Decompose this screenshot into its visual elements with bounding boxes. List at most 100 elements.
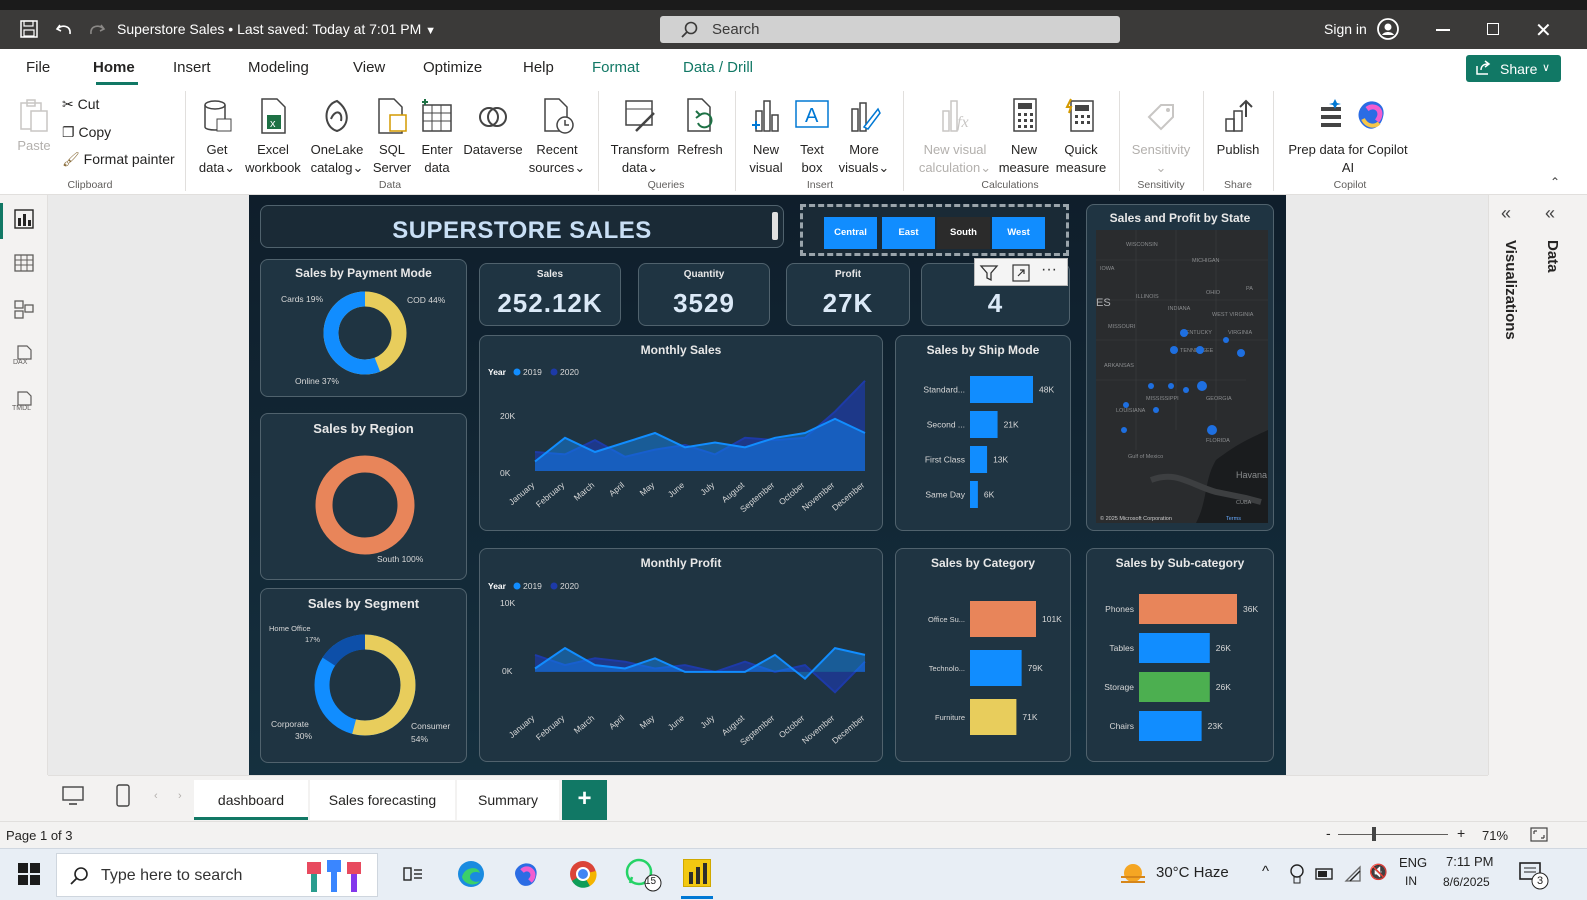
language-code[interactable]: ENG [1399, 855, 1427, 870]
region-slicer[interactable]: Central East South West [800, 204, 1069, 256]
search-box[interactable]: Search [660, 16, 1120, 43]
zoom-out-button[interactable]: - [1326, 825, 1331, 841]
map-terms-link[interactable]: Terms [1226, 516, 1241, 522]
zoom-slider-track[interactable] [1338, 834, 1448, 835]
refresh-button[interactable]: Refresh [674, 97, 726, 159]
collapse-visualizations-icon[interactable]: « [1501, 203, 1511, 224]
visualizations-pane-tab[interactable]: Visualizations [1492, 240, 1532, 360]
minimize-button[interactable] [1436, 29, 1450, 31]
language-region[interactable]: IN [1405, 874, 1417, 888]
new-visual-button[interactable]: New visual [744, 97, 788, 177]
windows-start-icon[interactable] [18, 863, 40, 885]
excel-workbook-button[interactable]: x Excel workbook [244, 97, 302, 177]
next-page-icon[interactable]: › [178, 790, 182, 802]
kpi-profit-card[interactable]: Profit 27K [786, 263, 910, 326]
text-box-button[interactable]: A Text box [792, 97, 832, 177]
maximize-button[interactable] [1487, 23, 1499, 35]
collapse-ribbon-icon[interactable]: ⌃ [1550, 175, 1560, 189]
account-icon[interactable] [1377, 18, 1399, 40]
tmdl-view-icon[interactable]: TMDL [12, 391, 36, 411]
category-card[interactable]: Sales by Category Office Su... 101K Techno… [895, 548, 1071, 762]
subcategory-card[interactable]: Sales by Sub-category Phones 36K Tables 26K… [1086, 548, 1274, 762]
focus-mode-icon[interactable] [1011, 263, 1031, 283]
clock-time[interactable]: 7:11 PM [1446, 854, 1493, 869]
slicer-central[interactable]: Central [824, 217, 877, 249]
payment-mode-card[interactable]: Sales by Payment Mode Cards 19% COD 44% … [260, 259, 467, 397]
recent-sources-button[interactable]: Recent sources⌄ [528, 97, 586, 177]
wifi-icon[interactable] [1344, 865, 1364, 883]
prep-data-copilot-button[interactable]: Prep data for Copilot AI [1280, 97, 1416, 177]
ship-mode-card[interactable]: Sales by Ship Mode Standard... 48K Second … [895, 335, 1071, 531]
zoom-level[interactable]: 71% [1482, 828, 1508, 843]
prev-page-icon[interactable]: ‹ [154, 790, 158, 802]
monthly-sales-card[interactable]: Monthly Sales Year 2019 2020 20K 0K Janu… [479, 335, 883, 531]
show-hidden-icons[interactable]: ^ [1262, 863, 1269, 880]
copy-button[interactable]: ❐ Copy [62, 124, 111, 141]
slicer-south[interactable]: South [937, 217, 990, 249]
slicer-east[interactable]: East [882, 217, 935, 249]
format-painter-button[interactable]: 🖌 Format painter [62, 151, 175, 168]
page-tab-sales-forecasting[interactable]: Sales forecasting [310, 780, 455, 820]
dataverse-button[interactable]: Dataverse [460, 97, 526, 159]
page-tab-dashboard[interactable]: dashboard [194, 780, 308, 820]
dax-query-view-icon[interactable]: DAX [12, 345, 36, 365]
tab-modeling[interactable]: Modeling [248, 59, 309, 76]
redo-icon[interactable] [88, 20, 106, 38]
tab-insert[interactable]: Insert [173, 59, 211, 76]
sign-in-link[interactable]: Sign in [1324, 21, 1367, 37]
cut-button[interactable]: ✂ Cut [62, 96, 99, 113]
copilot-app-icon[interactable] [512, 859, 542, 889]
sql-server-button[interactable]: SQL Server [370, 97, 414, 177]
weather-text[interactable]: 30°C Haze [1156, 864, 1229, 881]
share-button[interactable]: Share ∨ [1466, 55, 1561, 82]
fit-to-page-icon[interactable] [1530, 827, 1548, 843]
taskbar-search-box[interactable]: Type here to search [56, 853, 378, 897]
battery-icon[interactable] [1315, 865, 1335, 883]
task-view-icon[interactable] [403, 864, 423, 884]
page-tab-summary[interactable]: Summary [457, 780, 559, 820]
tab-home[interactable]: Home [93, 59, 135, 76]
notification-center-icon[interactable] [1518, 859, 1550, 891]
save-icon[interactable] [20, 20, 38, 38]
edge-browser-icon[interactable] [456, 859, 486, 889]
mobile-layout-icon[interactable] [115, 784, 131, 808]
slicer-west[interactable]: West [992, 217, 1045, 249]
more-visuals-button[interactable]: More visuals⌄ [836, 97, 892, 177]
tab-file[interactable]: File [26, 59, 50, 76]
whatsapp-icon[interactable] [624, 857, 664, 893]
get-data-button[interactable]: Get data⌄ [195, 97, 239, 177]
report-title-card[interactable]: SUPERSTORE SALES [260, 205, 784, 248]
volume-muted-icon[interactable]: 🔇 [1369, 863, 1388, 881]
clock-date[interactable]: 8/6/2025 [1443, 875, 1490, 889]
chrome-icon[interactable] [568, 859, 598, 889]
close-button[interactable]: ✕ [1535, 18, 1552, 43]
transform-data-button[interactable]: Transform data⌄ [608, 97, 672, 177]
tab-help[interactable]: Help [523, 59, 554, 76]
pen-tray-icon[interactable] [1289, 863, 1305, 885]
collapse-data-icon[interactable]: « [1545, 203, 1555, 224]
region-card[interactable]: Sales by Region South 100% [260, 413, 467, 580]
kpi-quantity-card[interactable]: Quantity 3529 [638, 263, 770, 326]
new-visual-calculation-button[interactable]: fx New visual calculation⌄ [912, 97, 998, 177]
enter-data-button[interactable]: Enter data [417, 97, 457, 177]
model-view-icon[interactable] [14, 299, 34, 319]
zoom-in-button[interactable]: + [1457, 825, 1465, 841]
data-pane-tab[interactable]: Data [1534, 240, 1574, 300]
title-scrollbar[interactable] [772, 212, 778, 240]
filter-icon[interactable] [979, 263, 999, 283]
undo-icon[interactable] [55, 20, 73, 38]
desktop-layout-icon[interactable] [62, 786, 84, 806]
zoom-slider-thumb[interactable] [1372, 827, 1376, 841]
state-map-card[interactable]: Sales and Profit by State WISCONSIN MICH… [1086, 204, 1274, 531]
tab-data-drill[interactable]: Data / Drill [683, 59, 753, 76]
tab-optimize[interactable]: Optimize [423, 59, 482, 76]
add-page-button[interactable]: + [562, 780, 607, 820]
map-area[interactable]: WISCONSIN MICHIGAN IOWA ILLINOIS OHIO PA… [1096, 230, 1268, 523]
kpi-sales-card[interactable]: Sales 252.12K [479, 263, 621, 326]
report-view-icon[interactable] [14, 209, 34, 229]
tab-view[interactable]: View [353, 59, 385, 76]
paste-button[interactable]: Paste [15, 97, 53, 155]
tab-format[interactable]: Format [592, 59, 640, 76]
more-options-icon[interactable]: ··· [1041, 261, 1057, 279]
powerbi-app-icon[interactable] [683, 859, 711, 887]
